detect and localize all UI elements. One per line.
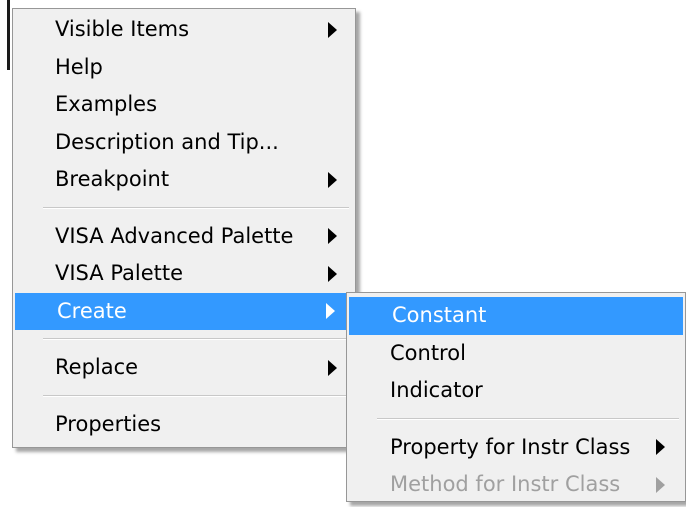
submenu-arrow-icon <box>328 171 337 188</box>
create-submenu: Constant Control Indicator Property for … <box>346 292 686 502</box>
menu-item-label: Replace <box>55 355 139 379</box>
menu-item-label: Properties <box>55 411 162 436</box>
menu-item-breakpoint[interactable]: Breakpoint <box>13 161 355 199</box>
menu-item-label: Help <box>55 54 103 79</box>
menu-item-properties[interactable]: Properties <box>13 406 355 444</box>
menu-separator <box>43 394 349 397</box>
menu-item-label: Constant <box>392 303 487 327</box>
submenu-arrow-icon <box>328 21 337 38</box>
submenu-item-control[interactable]: Control <box>347 335 685 373</box>
submenu-arrow-icon <box>656 439 665 456</box>
menu-separator <box>377 417 679 420</box>
menu-item-label: Breakpoint <box>55 167 170 191</box>
submenu-arrow-icon <box>656 476 665 493</box>
submenu-item-method-for-instr-class: Method for Instr Class <box>347 466 685 504</box>
menu-item-label: Indicator <box>390 378 483 402</box>
menu-item-help[interactable]: Help <box>13 49 355 87</box>
context-menu-screen: Visible Items Help Examples Description … <box>0 0 686 507</box>
menu-item-visa-advanced-palette[interactable]: VISA Advanced Palette <box>13 218 355 256</box>
menu-item-label: Control <box>390 340 466 365</box>
menu-item-label: VISA Palette <box>55 261 184 285</box>
submenu-item-indicator[interactable]: Indicator <box>347 372 685 410</box>
menu-item-replace[interactable]: Replace <box>13 349 355 387</box>
submenu-item-property-for-instr-class[interactable]: Property for Instr Class <box>347 429 685 467</box>
submenu-arrow-icon <box>328 359 337 376</box>
menu-item-label: Description and Tip... <box>55 129 279 154</box>
submenu-arrow-icon <box>328 228 337 245</box>
menu-item-label: VISA Advanced Palette <box>55 223 294 248</box>
menu-item-label: Examples <box>55 92 158 116</box>
menu-separator <box>43 338 349 340</box>
menu-item-create[interactable]: Create <box>15 292 353 330</box>
submenu-item-constant[interactable]: Constant <box>349 297 683 335</box>
menu-item-visible-items[interactable]: Visible Items <box>13 11 355 49</box>
canvas-edge-line <box>7 0 10 70</box>
submenu-arrow-icon <box>328 265 337 282</box>
menu-item-label: Property for Instr Class <box>390 434 631 459</box>
menu-item-label: Visible Items <box>55 17 190 41</box>
menu-item-label: Method for Instr Class <box>390 472 621 496</box>
menu-item-visa-palette[interactable]: VISA Palette <box>13 255 355 293</box>
menu-item-examples[interactable]: Examples <box>13 86 355 124</box>
context-menu: Visible Items Help Examples Description … <box>12 8 356 448</box>
submenu-arrow-icon <box>326 303 335 320</box>
menu-separator <box>43 206 349 209</box>
menu-item-description-and-tip[interactable]: Description and Tip... <box>13 124 355 162</box>
menu-item-label: Create <box>57 298 127 323</box>
